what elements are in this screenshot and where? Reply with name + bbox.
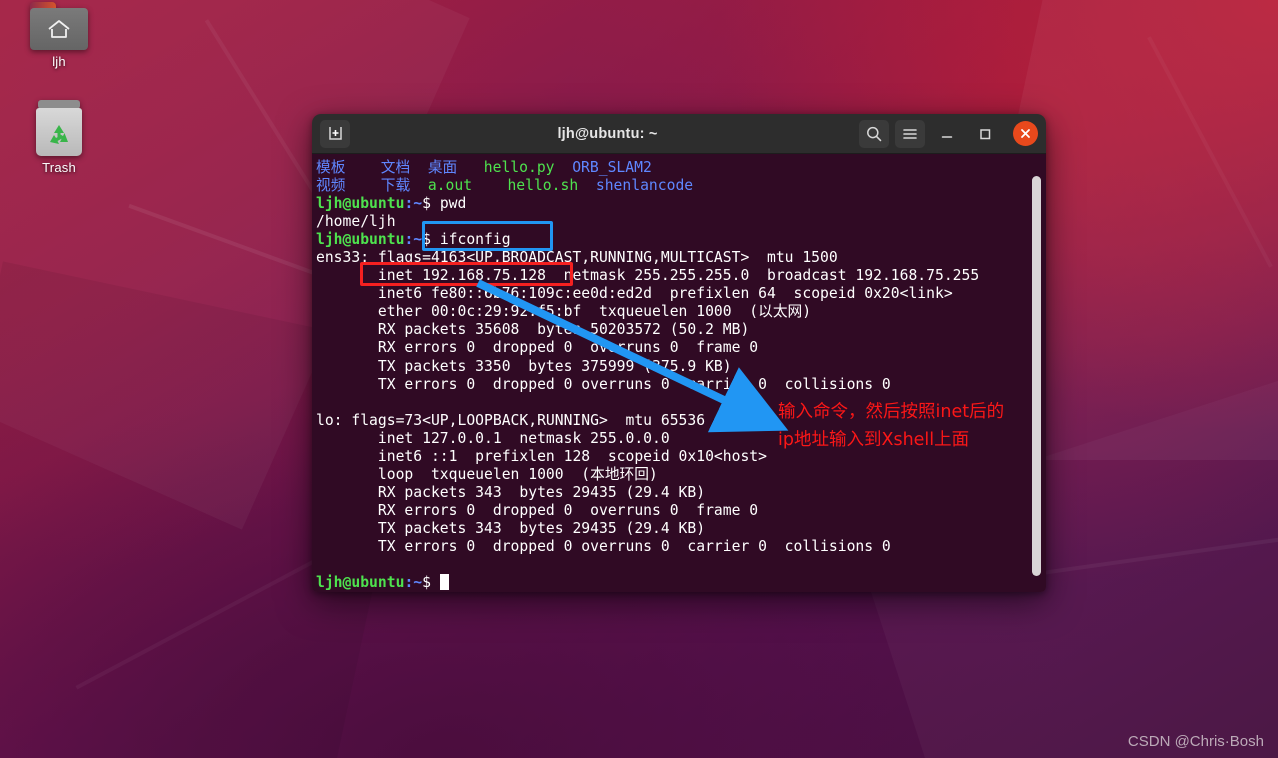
ls-file-hello-sh: hello.sh [507,177,579,195]
desktop-icon-trash[interactable]: Trash [4,100,114,175]
lo-rx-packets: RX packets 343 bytes 29435 (29.4 KB) [377,483,706,501]
desktop-icon-label: Trash [42,160,76,175]
lo-rx-errors: RX errors 0 dropped 0 overruns 0 frame 0 [377,501,759,519]
terminal-window[interactable]: ljh@ubuntu: ~ 模板 文档 桌面 hello.py ORB_SLAM… [312,114,1046,592]
wallpaper-line [1147,36,1273,268]
terminal-output-area[interactable]: 模板 文档 桌面 hello.py ORB_SLAM2 视频 下载 a.out … [312,154,1046,592]
pwd-output: /home/ljh [316,213,396,231]
house-glyph [48,20,70,38]
wallpaper-line [75,554,325,690]
prompt-user: ljh@ubuntu [316,231,405,249]
ls-dir-wendang: 文档 [380,159,411,176]
lo-tx-packets: TX packets 343 bytes 29435 (29.4 KB) [377,519,706,537]
ens33-ether: ether 00:0c:29:92:f5:bf txqueuelen 1000 … [377,303,812,321]
desktop-icon-label: ljh [52,54,66,69]
minimize-icon[interactable] [931,120,963,148]
new-tab-icon[interactable] [320,119,350,148]
recycle-glyph [50,125,68,144]
ens33-inet-rest: netmask 255.255.255.0 broadcast 192.168.… [545,267,980,285]
ens33-tx-errors: TX errors 0 dropped 0 overruns 0 carrier… [377,375,891,393]
maximize-icon[interactable] [969,120,1001,148]
ens33-rx-errors: RX errors 0 dropped 0 overruns 0 frame 0 [377,339,759,357]
desktop-icon-home-folder[interactable]: ljh [4,2,114,69]
prompt-sigil: $ [422,231,431,249]
prompt-path: :~ [404,574,423,592]
window-title: ljh@ubuntu: ~ [557,125,658,142]
watermark: CSDN @Chris·Bosh [1127,733,1264,750]
lo-inet6: inet6 ::1 prefixlen 128 scopeid 0x10<hos… [377,447,767,465]
lo-inet: inet 127.0.0.1 netmask 255.0.0.0 [377,429,670,447]
ls-dir-xiazai: 下载 [380,177,411,195]
ens33-tx-packets: TX packets 3350 bytes 375999 (375.9 KB) [377,357,732,375]
ens33-inet6: inet6 fe80::6b76:109c:ee0d:ed2d prefixle… [377,285,953,303]
command-pwd: pwd [439,195,467,213]
ls-dir-zhuomian: 桌面 [427,159,458,176]
prompt-sigil: $ [422,574,431,592]
close-icon[interactable] [1013,121,1038,146]
ls-dir-orb-slam2: ORB_SLAM2 [572,159,652,176]
prompt-path: :~ [404,231,423,249]
hamburger-menu-icon[interactable] [895,119,925,148]
search-icon[interactable] [859,119,889,148]
prompt-path: :~ [404,195,423,213]
prompt-sigil: $ [422,195,431,213]
lo-tx-errors: TX errors 0 dropped 0 overruns 0 carrier… [377,537,891,555]
ens33-inet: inet 192.168.75.128 [377,267,546,285]
lo-header: lo: flags=73<UP,LOOPBACK,RUNNING> mtu 65… [316,411,706,429]
ls-dir-moban: 模板 [316,159,346,176]
terminal-titlebar[interactable]: ljh@ubuntu: ~ [312,114,1046,154]
command-ifconfig: ifconfig [439,231,511,249]
ls-dir-shipin: 视频 [316,177,346,195]
terminal-scrollbar[interactable] [1032,176,1041,576]
ens33-header: ens33: flags=4163<UP,BROADCAST,RUNNING,M… [316,249,838,267]
trash-icon [35,100,83,156]
prompt-user: ljh@ubuntu [316,195,405,213]
prompt-user: ljh@ubuntu [316,574,405,592]
ls-file-hello-py: hello.py [483,159,555,176]
terminal-cursor [439,574,449,591]
lo-loop: loop txqueuelen 1000 (本地环回) [377,465,658,483]
ls-file-a-out: a.out [427,177,473,195]
terminal-text: 模板 文档 桌面 hello.py ORB_SLAM2 视频 下载 a.out … [314,159,1046,592]
ens33-rx-packets: RX packets 35608 bytes 50203572 (50.2 MB… [377,321,750,339]
ls-dir-shenlancode: shenlancode [595,177,694,195]
titlebar-controls [859,119,1038,148]
home-folder-icon [30,2,88,50]
